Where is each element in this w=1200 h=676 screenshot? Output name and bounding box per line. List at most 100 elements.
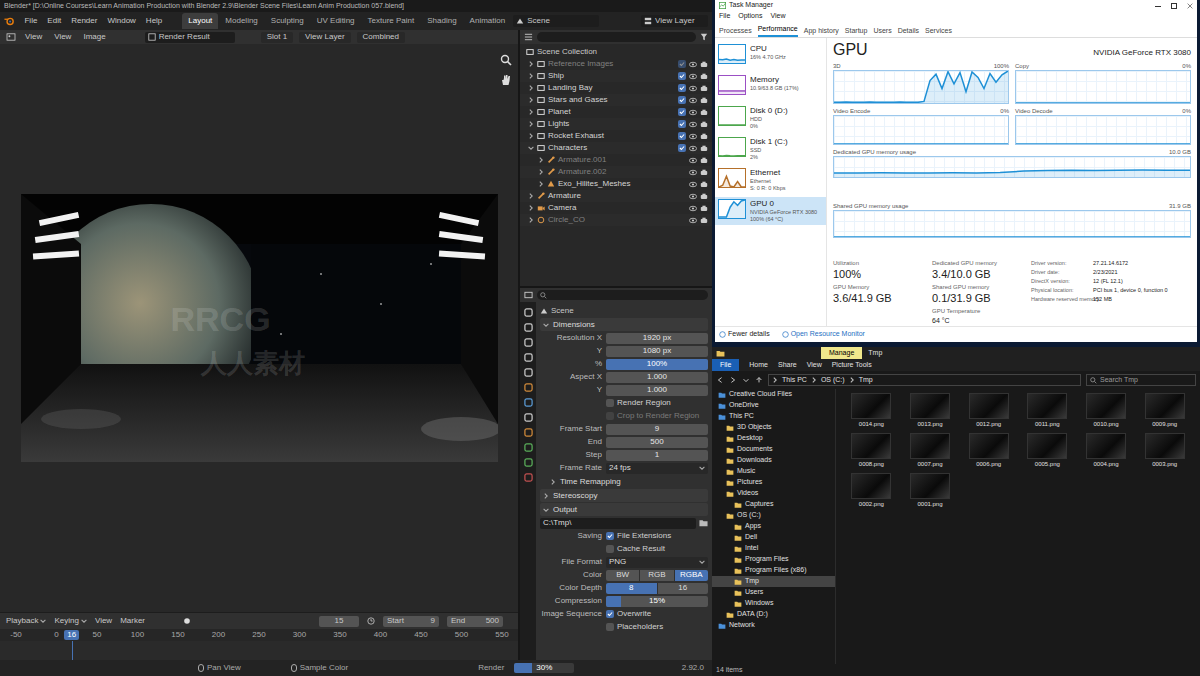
checkbox-control[interactable]: Cache Result bbox=[606, 543, 665, 555]
nav-arrow-icon[interactable] bbox=[742, 376, 750, 384]
pass-selector[interactable]: Combined bbox=[357, 32, 405, 43]
chevron-down-icon[interactable] bbox=[528, 145, 534, 151]
properties-tab-icon[interactable] bbox=[524, 413, 533, 422]
image-editor-menu[interactable]: View bbox=[51, 31, 74, 43]
chevron-right-icon[interactable] bbox=[538, 157, 544, 163]
toggle-option[interactable]: BW bbox=[606, 570, 639, 581]
toggle-option[interactable]: 8 bbox=[606, 583, 657, 594]
tab[interactable]: Details bbox=[898, 26, 919, 38]
camera-icon[interactable] bbox=[700, 73, 708, 80]
checkbox[interactable] bbox=[678, 108, 686, 116]
panel-header[interactable]: Time Remapping bbox=[540, 475, 708, 488]
nav-item[interactable]: OS (C:) bbox=[712, 510, 835, 521]
timeline-menu[interactable]: Keying bbox=[54, 615, 86, 627]
playhead-marker[interactable]: 16 bbox=[64, 630, 79, 640]
nav-item[interactable]: This PC bbox=[712, 411, 835, 422]
outliner-item[interactable]: Reference Images bbox=[520, 58, 712, 70]
checkbox-label[interactable]: Overwrite bbox=[617, 608, 651, 620]
chevron-right-icon[interactable] bbox=[528, 193, 534, 199]
nav-item[interactable]: Desktop bbox=[712, 433, 835, 444]
nav-item[interactable]: Apps bbox=[712, 521, 835, 532]
nav-item[interactable]: DATA (D:) bbox=[712, 609, 835, 620]
close-icon[interactable] bbox=[1187, 3, 1193, 9]
tab[interactable]: Performance bbox=[758, 24, 798, 38]
toggle-option[interactable]: RGBA bbox=[675, 570, 708, 581]
ribbon-tab[interactable]: Share bbox=[778, 360, 797, 371]
chevron-right-icon[interactable] bbox=[538, 169, 544, 175]
outliner-item[interactable]: Exo_Hilites_Meshes bbox=[520, 178, 712, 190]
workspace-tab[interactable]: Sculpting bbox=[265, 13, 310, 29]
camera-icon[interactable] bbox=[700, 121, 708, 128]
camera-icon[interactable] bbox=[700, 193, 708, 200]
outliner-item[interactable]: Rocket Exhaust bbox=[520, 130, 712, 142]
number-field[interactable]: 1 bbox=[606, 450, 708, 461]
eye-icon[interactable] bbox=[689, 73, 697, 80]
breadcrumb[interactable]: OS (C:) bbox=[811, 375, 845, 386]
camera-icon[interactable] bbox=[700, 85, 708, 92]
timeline-menu[interactable]: Marker bbox=[120, 615, 145, 627]
nav-item[interactable]: Tmp bbox=[712, 576, 835, 587]
checkbox-control[interactable]: File Extensions bbox=[606, 530, 671, 542]
properties-tab-icon[interactable] bbox=[524, 323, 533, 332]
properties-search[interactable] bbox=[537, 290, 708, 300]
editor-type-icon[interactable] bbox=[6, 33, 16, 41]
nav-item[interactable]: Downloads bbox=[712, 455, 835, 466]
context-tab[interactable]: Manage bbox=[821, 347, 862, 359]
current-frame-field[interactable]: 15 bbox=[319, 616, 359, 627]
checkbox[interactable] bbox=[606, 610, 614, 618]
eye-icon[interactable] bbox=[689, 145, 697, 152]
checkbox[interactable] bbox=[606, 412, 614, 420]
menu-item[interactable]: View bbox=[770, 11, 785, 22]
minimize-button[interactable] bbox=[1155, 6, 1161, 7]
chevron-right-icon[interactable] bbox=[528, 217, 534, 223]
file-item[interactable]: 0006.png bbox=[963, 433, 1014, 469]
chevron-down-icon[interactable] bbox=[543, 322, 549, 328]
workspace-tab[interactable]: Texture Paint bbox=[362, 13, 421, 29]
checkbox[interactable] bbox=[606, 623, 614, 631]
panel-header[interactable]: Output bbox=[540, 503, 708, 516]
output-path-field[interactable]: C:\Tmp\ bbox=[540, 518, 696, 529]
slider-field[interactable]: 15% bbox=[606, 596, 708, 607]
file-item[interactable]: 0002.png bbox=[846, 473, 897, 509]
eye-icon[interactable] bbox=[689, 181, 697, 188]
nav-item[interactable]: Captures bbox=[712, 499, 835, 510]
chevron-right-icon[interactable] bbox=[528, 109, 534, 115]
record-icon[interactable] bbox=[183, 617, 191, 625]
chevron-right-icon[interactable] bbox=[538, 181, 544, 187]
footer-link[interactable]: Open Resource Monitor bbox=[782, 329, 865, 340]
outliner-item[interactable]: Armature.002 bbox=[520, 166, 712, 178]
menu-item[interactable]: Help bbox=[142, 15, 166, 27]
maximize-button[interactable] bbox=[1171, 3, 1177, 9]
chevron-right-icon[interactable] bbox=[528, 133, 534, 139]
number-field[interactable]: 500 bbox=[606, 437, 708, 448]
eye-icon[interactable] bbox=[689, 121, 697, 128]
checkbox[interactable] bbox=[678, 120, 686, 128]
file-item[interactable]: 0012.png bbox=[963, 393, 1014, 429]
properties-tab-icon[interactable] bbox=[524, 473, 533, 482]
eye-icon[interactable] bbox=[689, 157, 697, 164]
outliner-search[interactable] bbox=[537, 32, 696, 42]
tab[interactable]: App history bbox=[804, 26, 839, 38]
resource-item[interactable]: Disk 0 (D:)HDD0% bbox=[715, 104, 826, 132]
panel-header[interactable]: Stereoscopy bbox=[540, 489, 708, 502]
resource-item[interactable]: CPU16% 4.70 GHz bbox=[715, 42, 826, 70]
ribbon-tab[interactable]: Home bbox=[749, 360, 768, 371]
chevron-down-icon[interactable] bbox=[699, 465, 705, 471]
file-item[interactable]: 0008.png bbox=[846, 433, 897, 469]
file-item[interactable]: 0014.png bbox=[846, 393, 897, 429]
timeline-menu[interactable]: Playback bbox=[6, 615, 46, 627]
properties-tab-icon[interactable] bbox=[524, 383, 533, 392]
chevron-right-icon[interactable] bbox=[772, 377, 778, 383]
outliner-icon[interactable] bbox=[524, 33, 533, 41]
outliner-item[interactable]: Landing Bay bbox=[520, 82, 712, 94]
select-field[interactable]: 24 fps bbox=[606, 463, 708, 474]
ribbon-tab[interactable]: Picture Tools bbox=[832, 360, 872, 371]
number-field[interactable]: 1920 px bbox=[606, 333, 708, 344]
eye-icon[interactable] bbox=[689, 85, 697, 92]
file-item[interactable]: 0011.png bbox=[1022, 393, 1073, 429]
checkbox[interactable] bbox=[678, 60, 686, 68]
nav-arrow-icon[interactable] bbox=[716, 376, 724, 384]
nav-arrow-icon[interactable] bbox=[729, 376, 737, 384]
number-field[interactable]: 1.000 bbox=[606, 385, 708, 396]
eye-icon[interactable] bbox=[689, 61, 697, 68]
